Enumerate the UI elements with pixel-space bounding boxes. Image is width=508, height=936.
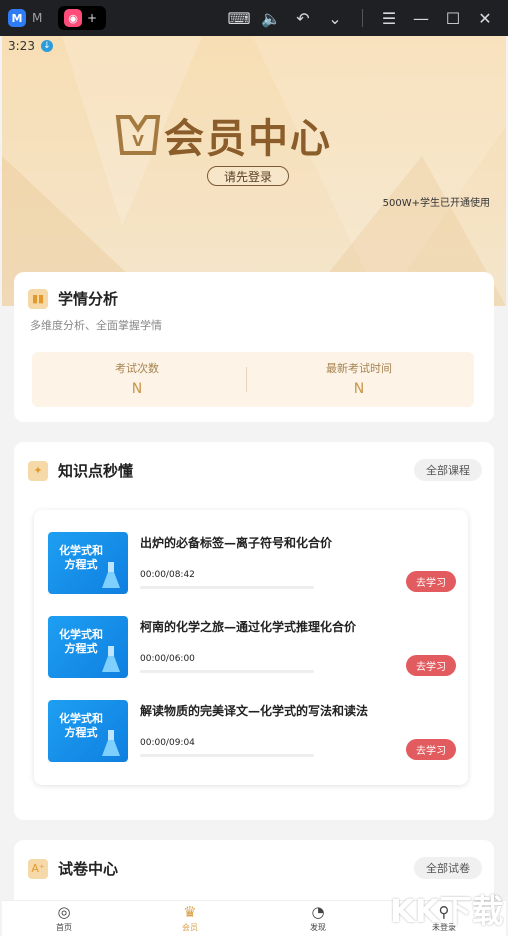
progress-bar <box>140 754 314 757</box>
chevron-down-icon[interactable]: ⌄ <box>324 8 346 28</box>
analysis-header: ▮▮ 学情分析 <box>28 288 118 309</box>
thumbnail-label: 化学式和方程式 <box>59 712 103 739</box>
tab-label: M <box>32 11 43 25</box>
progress-bar <box>140 586 314 589</box>
course-title: 柯南的化学之旅—通过化学式推理化合价 <box>140 620 357 634</box>
tab-label: + <box>87 11 98 25</box>
course-thumbnail: 化学式和方程式 <box>48 616 128 678</box>
undo-icon[interactable]: ↶ <box>292 8 314 28</box>
analysis-card: ▮▮ 学情分析 多维度分析、全面掌握学情 考试次数 N 最新考试时间 N <box>14 272 494 422</box>
all-courses-button[interactable]: 全部课程 <box>414 459 482 481</box>
paper-title: 试卷中心 <box>58 860 119 878</box>
flask-icon <box>102 646 120 672</box>
course-thumbnail: 化学式和方程式 <box>48 700 128 762</box>
keyboard-icon[interactable]: ⌨ <box>227 8 250 28</box>
status-time: 3:23 <box>8 39 35 53</box>
course-time: 00:00/09:04 <box>140 738 195 748</box>
all-papers-button[interactable]: 全部试卷 <box>414 857 482 879</box>
vip-shield-icon: V <box>115 115 161 155</box>
thumbnail-label: 化学式和方程式 <box>59 544 103 571</box>
course-thumbnail: 化学式和方程式 <box>48 532 128 594</box>
titlebar-divider <box>362 9 363 27</box>
study-button[interactable]: 去学习 <box>406 571 456 592</box>
nav-item-discover[interactable]: ◔ 发现 <box>288 903 348 933</box>
analysis-description: 多维度分析、全面掌握学情 <box>30 319 162 332</box>
tab-app-2[interactable]: ◉ + <box>58 6 106 30</box>
stat-label: 考试次数 <box>115 362 159 375</box>
nav-item-member[interactable]: ♛ 会员 <box>160 903 220 933</box>
stat-label: 最新考试时间 <box>326 362 392 375</box>
nav-label: 会员 <box>182 923 198 932</box>
nav-label: 首页 <box>56 923 72 932</box>
list-item[interactable]: 化学式和方程式 出炉的必备标签—离子符号和化合价 00:00/08:42 去学习 <box>48 532 458 596</box>
app-icon-pink: ◉ <box>64 9 82 27</box>
maximize-icon[interactable]: ☐ <box>442 8 464 28</box>
course-title: 出炉的必备标签—离子符号和化合价 <box>140 536 333 550</box>
minimize-icon[interactable]: — <box>410 8 432 28</box>
emulator-titlebar: M M ◉ + ⌨ 🔈 ↶ ⌄ ☰ — ☐ ✕ <box>0 0 508 36</box>
status-bar: 3:23 ↓ <box>8 39 53 53</box>
nav-label: 发现 <box>310 923 326 932</box>
course-time: 00:00/08:42 <box>140 570 195 580</box>
flask-icon <box>102 562 120 588</box>
login-button[interactable]: 请先登录 <box>207 166 289 186</box>
app-icon-blue: M <box>8 9 26 27</box>
page-title: 会员中心 <box>164 115 332 162</box>
stat-value: N <box>131 381 143 397</box>
course-title: 解读物质的完美译文—化学式的写法和读法 <box>140 704 369 718</box>
knowledge-header: ✦ 知识点秒懂 <box>28 460 133 481</box>
thumbnail-label: 化学式和方程式 <box>59 628 103 655</box>
stat-exam-count: 考试次数 N <box>32 360 242 397</box>
course-time: 00:00/06:00 <box>140 654 195 664</box>
crown-icon: ♛ <box>183 903 197 921</box>
study-button[interactable]: 去学习 <box>406 655 456 676</box>
bar-chart-icon: ▮▮ <box>28 288 48 309</box>
member-hero: 3:23 ↓ V 会员中心 请先登录 500W+学生已开通使用 <box>2 36 506 306</box>
paper-header: A⁺ 试卷中心 <box>28 858 118 879</box>
progress-bar <box>140 670 314 673</box>
analysis-title: 学情分析 <box>58 290 119 308</box>
knowledge-title: 知识点秒懂 <box>58 462 134 480</box>
menu-icon[interactable]: ☰ <box>378 8 400 28</box>
nav-item-home[interactable]: ◎ 首页 <box>34 903 94 933</box>
list-item[interactable]: 化学式和方程式 解读物质的完美译文—化学式的写法和读法 00:00/09:04 … <box>48 700 458 764</box>
stat-value: N <box>353 381 365 397</box>
stat-divider <box>246 367 247 392</box>
volume-icon[interactable]: 🔈 <box>260 8 282 28</box>
stats-box: 考试次数 N 最新考试时间 N <box>32 352 474 407</box>
stat-latest-exam: 最新考试时间 N <box>254 360 464 397</box>
home-icon: ◎ <box>57 903 71 921</box>
notification-icon: ↓ <box>40 40 53 52</box>
hero-subtitle: 500W+学生已开通使用 <box>382 198 490 209</box>
close-icon[interactable]: ✕ <box>474 8 496 28</box>
tab-app-1[interactable]: M M <box>8 6 60 30</box>
hero-title-group: V 会员中心 <box>112 106 332 164</box>
phone-screen: 3:23 ↓ V 会员中心 请先登录 500W+学生已开通使用 ▮▮ 学情分析 … <box>2 36 506 936</box>
knowledge-card: ✦ 知识点秒懂 全部课程 化学式和方程式 出炉的必备标签—离子符号和化合价 00… <box>14 442 494 820</box>
course-list: 化学式和方程式 出炉的必备标签—离子符号和化合价 00:00/08:42 去学习… <box>34 510 468 785</box>
flask-icon <box>102 730 120 756</box>
discover-icon: ◔ <box>311 903 325 921</box>
watermark: KK下载 <box>390 892 504 930</box>
list-item[interactable]: 化学式和方程式 柯南的化学之旅—通过化学式推理化合价 00:00/06:00 去… <box>48 616 458 680</box>
svg-text:V: V <box>132 132 144 150</box>
lightbulb-icon: ✦ <box>28 460 48 481</box>
study-button[interactable]: 去学习 <box>406 739 456 760</box>
exam-paper-icon: A⁺ <box>28 858 48 879</box>
